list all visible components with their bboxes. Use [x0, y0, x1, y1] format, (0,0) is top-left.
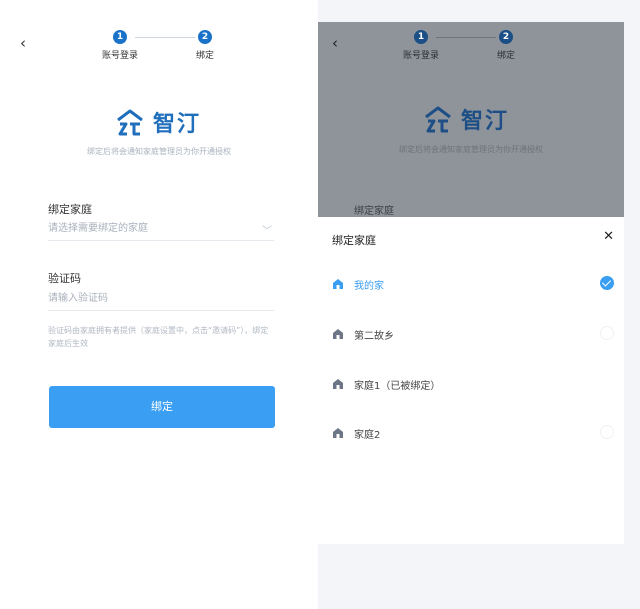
step-2: 2 绑定 [486, 30, 526, 61]
bind-button[interactable]: 绑定 [49, 386, 275, 428]
family-option-family-2[interactable]: 家庭2 [332, 422, 614, 444]
family-option-label: 我的家 [354, 281, 384, 292]
back-arrow-icon[interactable]: ‹ [20, 34, 36, 52]
step-label: 绑定 [496, 51, 515, 61]
family-option-second-hometown[interactable]: 第二故乡 [332, 323, 614, 345]
bind-screen-with-sheet: ‹ 1 账号登录 2 绑定 智汀 绑定后将会通知家庭管理员为你开通授权 绑定家庭… [318, 22, 624, 544]
code-input-placeholder: 请输入验证码 [48, 293, 108, 304]
step-label: 账号登录 [402, 51, 439, 61]
family-option-my-home[interactable]: 我的家 [332, 273, 614, 295]
step-2: 2 绑定 [185, 30, 225, 61]
close-icon[interactable]: ✕ [603, 229, 614, 244]
step-label: 账号登录 [101, 51, 138, 61]
radio-icon [600, 326, 614, 340]
home-icon [333, 279, 343, 289]
brand-logo: 智汀 [423, 102, 509, 136]
home-icon [333, 428, 343, 438]
family-select-placeholder: 请选择需要绑定的家庭 [48, 223, 148, 234]
code-hint: 验证码由家庭拥有者提供（家庭设置中，点击“邀请码”），绑定家庭后生效 [48, 326, 269, 348]
step-1: 1 账号登录 [100, 30, 140, 61]
logo-icon [117, 109, 143, 136]
check-icon [600, 276, 614, 290]
code-input[interactable]: 请输入验证码 [48, 288, 274, 311]
stepper: 1 账号登录 2 绑定 [401, 30, 541, 66]
family-field-label: 绑定家庭 [48, 203, 92, 216]
family-option-family-1[interactable]: 家庭1（已被绑定） [332, 373, 614, 395]
family-select[interactable]: 请选择需要绑定的家庭 ﹀ [48, 218, 274, 241]
brand-logo: 智汀 [115, 105, 201, 139]
family-option-label: 第二故乡 [354, 331, 394, 342]
step-number: 1 [414, 30, 428, 44]
logo-icon [425, 106, 451, 133]
bind-description: 绑定后将会通知家庭管理员为你开通授权 [87, 147, 231, 156]
step-number: 2 [499, 30, 513, 44]
family-option-label: 家庭1（已被绑定） [354, 381, 441, 392]
step-number: 1 [113, 30, 127, 44]
step-1: 1 账号登录 [401, 30, 441, 61]
back-arrow-icon: ‹ [332, 34, 338, 52]
home-icon [333, 329, 343, 339]
step-label: 绑定 [195, 51, 214, 61]
bind-screen: ‹ 1 账号登录 2 绑定 智汀 绑定后将会通知家庭管理员为你开通授权 绑定家庭… [0, 0, 318, 609]
step-number: 2 [198, 30, 212, 44]
home-icon [333, 379, 343, 389]
family-field-label: 绑定家庭 [354, 206, 394, 217]
stepper: 1 账号登录 2 绑定 [100, 30, 240, 66]
chevron-down-icon: ﹀ [262, 226, 272, 237]
bind-description: 绑定后将会通知家庭管理员为你开通授权 [399, 145, 543, 154]
sheet-title: 绑定家庭 [332, 234, 376, 247]
family-option-label: 家庭2 [354, 430, 381, 441]
radio-icon [600, 425, 614, 439]
family-picker-sheet: 绑定家庭 ✕ 我的家 第二故乡 家庭1（已被绑定） 家庭2 [318, 217, 624, 544]
brand-name: 智汀 [461, 109, 510, 134]
code-field-label: 验证码 [48, 272, 81, 285]
dimmed-background[interactable]: ‹ 1 账号登录 2 绑定 智汀 绑定后将会通知家庭管理员为你开通授权 绑定家庭 [318, 22, 624, 217]
brand-name: 智汀 [153, 112, 202, 137]
